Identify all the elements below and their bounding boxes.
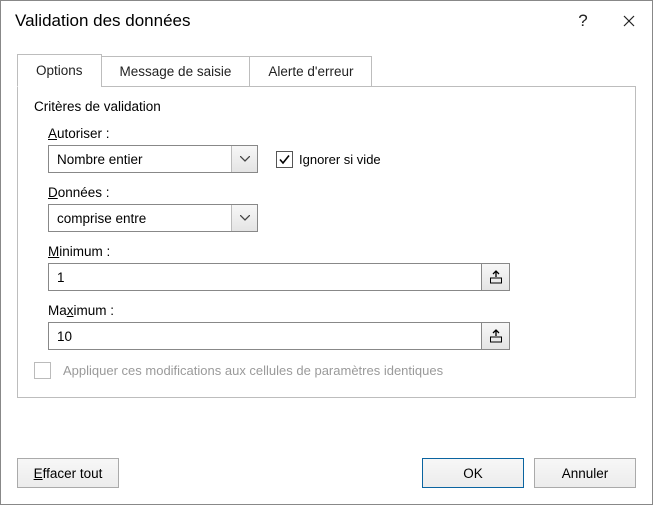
tab-input-message-label: Message de saisie bbox=[120, 64, 232, 79]
apply-same-checkbox bbox=[34, 362, 51, 379]
clear-all-accel: E bbox=[34, 466, 43, 481]
maximum-input[interactable] bbox=[48, 322, 482, 350]
ok-button[interactable]: OK bbox=[422, 458, 524, 488]
tab-panel-options: Critères de validation Autoriser : Nombr… bbox=[17, 86, 636, 398]
minimum-label-accel: M bbox=[48, 244, 59, 259]
maximum-label: Maximum : bbox=[48, 303, 619, 318]
minimum-range-button[interactable] bbox=[482, 263, 510, 291]
clear-all-button[interactable]: Effacer tout bbox=[17, 458, 119, 488]
close-button[interactable] bbox=[606, 1, 652, 41]
data-select[interactable]: comprise entre bbox=[48, 204, 258, 232]
tab-options[interactable]: Options bbox=[17, 54, 102, 87]
tab-input-message[interactable]: Message de saisie bbox=[101, 56, 251, 87]
apply-same-label: Appliquer ces modifications aux cellules… bbox=[63, 363, 443, 378]
allow-select[interactable]: Nombre entier bbox=[48, 145, 258, 173]
cancel-button[interactable]: Annuler bbox=[534, 458, 636, 488]
maximum-label-text: imum : bbox=[74, 303, 115, 318]
ignore-blank-checkbox[interactable] bbox=[276, 151, 293, 168]
maximum-range-button[interactable] bbox=[482, 322, 510, 350]
range-select-icon bbox=[489, 270, 503, 284]
ok-label: OK bbox=[463, 466, 483, 481]
minimum-input[interactable] bbox=[48, 263, 482, 291]
allow-select-value: Nombre entier bbox=[49, 152, 231, 167]
dialog-title: Validation des données bbox=[15, 11, 560, 31]
data-label: Données : bbox=[48, 185, 619, 200]
minimum-label-text: inimum : bbox=[59, 244, 110, 259]
tab-options-label: Options bbox=[36, 63, 83, 78]
tab-error-alert-label: Alerte d'erreur bbox=[268, 64, 353, 79]
close-icon bbox=[623, 15, 635, 27]
allow-label-accel: A bbox=[48, 126, 57, 141]
maximum-label-pre: Ma bbox=[48, 303, 67, 318]
cancel-label: Annuler bbox=[562, 466, 609, 481]
validation-criteria-title: Critères de validation bbox=[34, 99, 619, 114]
allow-label: Autoriser : bbox=[48, 126, 619, 141]
data-label-accel: D bbox=[48, 185, 58, 200]
ignore-blank-checkbox-wrap[interactable]: Ignorer si vide bbox=[276, 151, 381, 168]
clear-all-label: ffacer tout bbox=[43, 466, 103, 481]
range-select-icon bbox=[489, 329, 503, 343]
help-button[interactable]: ? bbox=[560, 1, 606, 41]
data-select-value: comprise entre bbox=[49, 211, 231, 226]
chevron-down-icon bbox=[240, 215, 250, 221]
maximum-label-accel: x bbox=[67, 303, 74, 318]
allow-label-text: utoriser : bbox=[57, 126, 110, 141]
tab-row: Options Message de saisie Alerte d'erreu… bbox=[17, 53, 636, 86]
minimum-label: Minimum : bbox=[48, 244, 619, 259]
data-label-text: onnées : bbox=[58, 185, 110, 200]
allow-select-button[interactable] bbox=[231, 146, 257, 172]
dialog-footer: Effacer tout OK Annuler bbox=[1, 444, 652, 504]
chevron-down-icon bbox=[240, 156, 250, 162]
ignore-blank-label: Ignorer si vide bbox=[299, 152, 381, 167]
check-icon bbox=[278, 153, 291, 166]
help-icon: ? bbox=[578, 11, 587, 31]
titlebar: Validation des données ? bbox=[1, 1, 652, 41]
tab-error-alert[interactable]: Alerte d'erreur bbox=[249, 56, 372, 87]
data-select-button[interactable] bbox=[231, 205, 257, 231]
